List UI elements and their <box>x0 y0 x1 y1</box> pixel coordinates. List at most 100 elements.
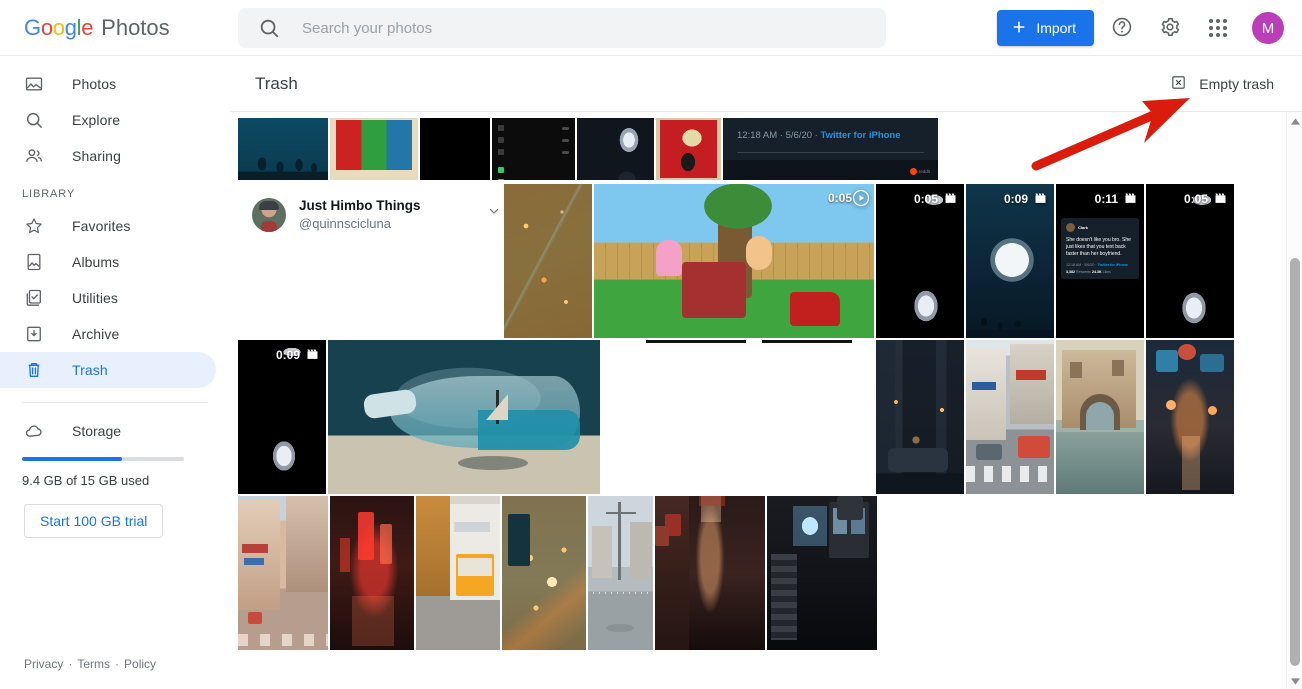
dark-settings-list[interactable] <box>492 118 575 180</box>
neon-red-alley[interactable] <box>330 496 414 650</box>
black-frame-1[interactable] <box>420 118 490 180</box>
utilities-icon <box>22 286 46 310</box>
sidebar-item-utilities[interactable]: Utilities <box>0 280 216 316</box>
terms-link[interactable]: Terms <box>77 657 110 671</box>
brand-logo[interactable]: Google Photos <box>24 15 214 41</box>
sidebar-item-trash[interactable]: Trash <box>0 352 216 388</box>
scrollbar-thumb[interactable] <box>1290 258 1300 666</box>
sidebar-item-sharing[interactable]: Sharing <box>0 138 216 174</box>
google-photos-app: Google Photos Import <box>0 0 1302 689</box>
cloud-icon <box>22 419 46 443</box>
movie-icon <box>1035 193 1046 203</box>
import-button-label: Import <box>1036 20 1076 36</box>
video-duration-label: 0:09 <box>275 347 300 362</box>
daft-punk-helmet-3[interactable]: 0:09 <box>238 340 326 494</box>
avatar <box>1066 223 1075 232</box>
top-bar-actions: Import M <box>997 0 1284 56</box>
ship-in-bottle[interactable] <box>328 340 600 494</box>
mini-tweet-meta: 12:18 AM · 5/6/20 · Twitter for iPhone <box>1066 263 1128 267</box>
import-button[interactable]: Import <box>997 10 1094 46</box>
search-bar[interactable] <box>238 8 886 48</box>
paper-lanterns-boat[interactable] <box>502 496 586 650</box>
avatar <box>252 198 286 232</box>
tweet-stats-card[interactable]: 12:18 AM · 5/6/20 · Twitter for iPhone 3… <box>723 118 938 180</box>
daft-punk-helmet-1[interactable]: 0:05 <box>876 184 964 338</box>
photo-grid[interactable]: 12:18 AM · 5/6/20 · Twitter for iPhone 3… <box>230 112 1286 689</box>
content-header: Trash Empty trash <box>230 56 1302 112</box>
sidebar-divider <box>22 402 208 403</box>
sidebar-item-label: Archive <box>72 326 120 342</box>
daft-punk-helmet-2[interactable]: 0:05 <box>1146 184 1234 338</box>
sidebar-item-albums[interactable]: Albums <box>0 244 216 280</box>
movie-icon <box>1215 193 1226 203</box>
google-wordmark: Google <box>24 14 94 40</box>
user-profile-card[interactable]: Just Himbo Things @quinnscicluna <box>230 184 502 338</box>
storage-progress-fill <box>22 457 123 461</box>
blank-white-placeholder[interactable] <box>602 340 874 494</box>
apps-grid-icon <box>1209 19 1227 37</box>
vertical-scrollbar[interactable] <box>1286 112 1302 689</box>
sidebar-item-favorites[interactable]: Favorites <box>0 208 216 244</box>
empty-trash-button[interactable]: Empty trash <box>1164 66 1280 102</box>
sidebar-item-label: Sharing <box>72 148 121 164</box>
triangle-down-icon <box>1290 672 1300 689</box>
user-handle: @quinnscicluna <box>299 216 391 231</box>
play-circle-icon[interactable] <box>852 189 870 207</box>
cartoon-backyard-video[interactable]: 0:05 <box>594 184 874 338</box>
black-frame-2[interactable] <box>577 118 654 180</box>
rgb-color-bars-poster[interactable] <box>330 118 418 180</box>
storage-row[interactable]: Storage <box>0 413 230 449</box>
tweet-separator: · <box>779 130 783 141</box>
night-trees-silhouette[interactable] <box>238 118 328 180</box>
japan-street-dusk[interactable] <box>238 496 328 650</box>
plus-icon <box>1011 19 1027 38</box>
scroll-down-button[interactable] <box>1287 672 1302 689</box>
mini-tweet-body: She doesn't like you bro. She just likes… <box>1066 237 1131 257</box>
settings-button[interactable] <box>1150 8 1190 48</box>
tweet-source-link[interactable]: Twitter for iPhone <box>820 130 900 141</box>
sidebar-item-archive[interactable]: Archive <box>0 316 216 352</box>
neon-arcade-corridor[interactable] <box>1146 340 1234 494</box>
search-icon <box>22 108 46 132</box>
chevron-down-icon[interactable] <box>487 204 501 223</box>
scroll-up-button[interactable] <box>1287 112 1302 129</box>
sidebar-item-label: Trash <box>72 362 108 378</box>
moon-night-video[interactable]: 0:09 <box>966 184 1054 338</box>
footer-separator: · <box>115 657 120 671</box>
avatar[interactable]: M <box>1252 12 1284 44</box>
sidebar-item-label: Utilities <box>72 290 119 306</box>
narrow-alley-signs[interactable] <box>655 496 765 650</box>
video-duration-badge: 0:09 <box>1004 191 1048 206</box>
mini-tweet-screenshot[interactable]: Clark She doesn't like you bro. She just… <box>1056 184 1144 338</box>
search-input[interactable] <box>300 18 886 38</box>
privacy-link[interactable]: Privacy <box>24 657 63 671</box>
festoon-lights-night[interactable] <box>504 184 592 338</box>
suburban-power-lines[interactable] <box>588 496 653 650</box>
mini-tweet-name: Clark <box>1078 225 1089 230</box>
google-apps-button[interactable] <box>1198 8 1238 48</box>
policy-link[interactable]: Policy <box>124 657 156 671</box>
video-duration-label: 0:11 <box>1094 191 1118 206</box>
search-icon <box>258 17 280 39</box>
sidebar-item-explore[interactable]: Explore <box>0 102 216 138</box>
sidebar-item-photos[interactable]: Photos <box>0 66 216 102</box>
avatar-initial: M <box>1261 19 1275 37</box>
tokyo-street-daytime[interactable] <box>966 340 1054 494</box>
daft-punk-red-poster[interactable] <box>656 118 721 180</box>
movie-icon <box>1125 193 1136 203</box>
start-trial-button[interactable]: Start 100 GB trial <box>24 504 164 538</box>
gear-icon <box>1159 16 1181 41</box>
grid-row <box>230 496 1286 650</box>
vending-machine-street[interactable] <box>416 496 500 650</box>
blue-light-alley[interactable] <box>767 496 877 650</box>
cyberpunk-alley-1[interactable] <box>876 340 964 494</box>
sidebar-item-label: Explore <box>72 112 121 128</box>
venice-canal-painting[interactable] <box>1056 340 1144 494</box>
help-button[interactable] <box>1102 8 1142 48</box>
video-duration-label: 0:09 <box>1003 191 1028 206</box>
sidebar-item-label: Albums <box>72 254 120 270</box>
footer-separator: · <box>68 657 73 671</box>
movie-icon <box>945 193 956 203</box>
user-name: Just Himbo Things <box>299 198 421 213</box>
storage-label: Storage <box>72 423 122 439</box>
